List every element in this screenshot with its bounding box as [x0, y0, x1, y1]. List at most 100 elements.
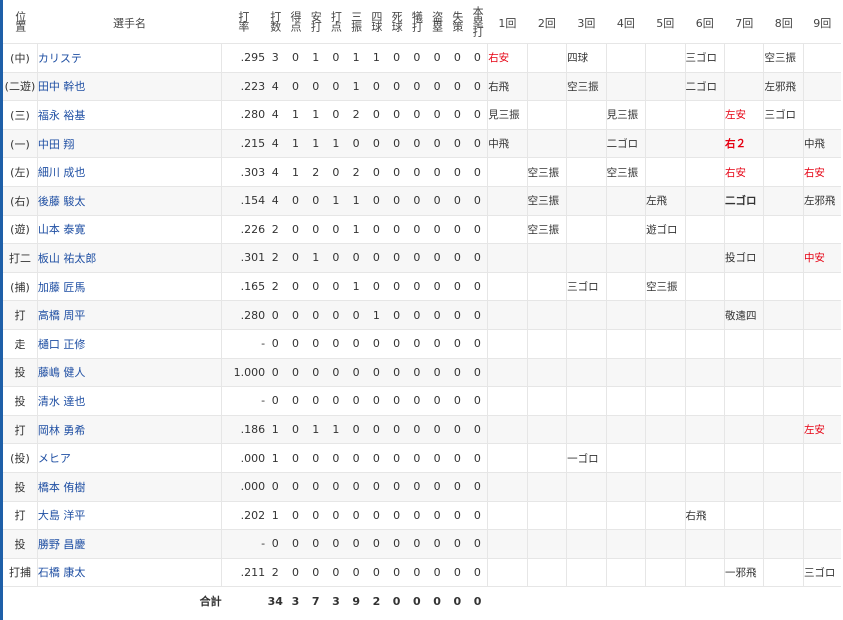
inning-result: 空三振 [526, 157, 567, 187]
stat-value: 0 [325, 443, 347, 473]
header-position-label: 位置 [13, 11, 27, 31]
inning-result [526, 386, 567, 416]
header-stat: 打率 [221, 2, 266, 44]
player-name-link[interactable]: 細川 成也 [36, 157, 222, 187]
stat-value: 0 [386, 243, 407, 273]
inning-result: 空三振 [645, 272, 686, 302]
player-name-link[interactable]: 清水 達也 [36, 386, 222, 416]
inning-result [645, 529, 686, 559]
inning-result [645, 157, 686, 187]
header-inning: 7回 [724, 2, 764, 44]
stat-value: 0 [325, 529, 347, 559]
batting-average: - [221, 529, 266, 559]
inning-result [526, 100, 567, 130]
inning-result: 投ゴロ [723, 243, 764, 273]
total-inning-blank [527, 586, 567, 616]
batting-average: .226 [221, 215, 266, 245]
header-stat: 死球 [386, 2, 407, 44]
batting-average: - [221, 386, 266, 416]
player-name-link[interactable]: 福永 裕基 [36, 100, 222, 130]
player-name-link[interactable]: 田中 幹也 [36, 72, 222, 102]
inning-result [605, 43, 646, 73]
player-name-link[interactable]: カリステ [36, 43, 222, 73]
batting-average: - [221, 329, 266, 359]
player-row: (遊) 山本 泰寛 .226 2 0 0 0 1 0 0 0 0 0 0 空三振 遊ゴロ [3, 215, 841, 245]
player-name-link[interactable]: 山本 泰寛 [36, 215, 222, 245]
stat-value: 0 [426, 386, 448, 416]
table-header: 位置 選手名 打率 打数 得点 安打 打点 三振 四球 死球 犠打 盗塁 失策 本塁打 1回 2回 3回 4回 5回… [3, 2, 841, 44]
stat-value: 0 [366, 72, 387, 102]
inning-result [605, 186, 646, 216]
inning-result [605, 558, 646, 588]
stat-value: 0 [265, 472, 286, 502]
stat-value: 0 [447, 272, 468, 302]
batting-average: .303 [221, 157, 266, 187]
header-stat-label: 三振 [349, 11, 363, 31]
player-name-link[interactable]: 板山 祐太郎 [36, 243, 222, 273]
total-stat-value: 9 [346, 586, 367, 616]
stat-value: 0 [406, 300, 427, 330]
player-name-link[interactable]: 樋口 正修 [36, 329, 222, 359]
stat-value: 0 [366, 329, 387, 359]
stat-value: 1 [305, 129, 326, 159]
stat-value: 0 [325, 272, 347, 302]
player-name-link[interactable]: 石橋 康太 [36, 558, 222, 588]
stat-value: 1 [366, 300, 387, 330]
stat-value: 0 [426, 443, 448, 473]
stat-value: 1 [325, 186, 347, 216]
batting-average: .223 [221, 72, 266, 102]
stat-value: 1 [325, 129, 347, 159]
inning-result [684, 358, 725, 388]
stat-value: 0 [426, 558, 448, 588]
stat-value: 0 [447, 157, 468, 187]
stat-value: 2 [346, 100, 367, 130]
stat-value: 1 [265, 415, 286, 445]
inning-result [605, 386, 646, 416]
player-name-link[interactable]: 勝野 昌慶 [36, 529, 222, 559]
player-position: 投 [3, 472, 38, 502]
player-name-link[interactable]: 岡林 勇希 [36, 415, 222, 445]
player-name-link[interactable]: 橋本 侑樹 [36, 472, 222, 502]
inning-result [802, 329, 841, 359]
stat-value: 0 [426, 72, 448, 102]
stat-value: 0 [467, 386, 488, 416]
stat-value: 1 [346, 186, 367, 216]
stat-value: 0 [325, 300, 347, 330]
stat-value: 0 [386, 157, 407, 187]
stat-value: 0 [467, 100, 488, 130]
total-inning-blank [566, 586, 607, 616]
stat-value: 0 [426, 415, 448, 445]
inning-result: 左安 [802, 415, 841, 445]
inning-result [487, 157, 528, 187]
inning-result [566, 129, 607, 159]
total-stat-value: 0 [447, 586, 468, 616]
header-stat: 三振 [346, 2, 367, 44]
stat-value: 0 [346, 329, 367, 359]
total-inning-blank [487, 586, 528, 616]
stat-value: 0 [285, 272, 306, 302]
inning-result: 左飛 [645, 186, 686, 216]
player-row: 走樋口 正修 -0 0 0 0 0 0 0 0 0 0 0 [3, 329, 841, 359]
inning-result [684, 272, 725, 302]
inning-result [763, 443, 804, 473]
player-name-link[interactable]: メヒア [36, 443, 222, 473]
stat-value: 0 [386, 186, 407, 216]
inning-result [526, 129, 567, 159]
player-name-link[interactable]: 高橋 周平 [36, 300, 222, 330]
stat-value: 0 [406, 243, 427, 273]
stat-value: 0 [406, 558, 427, 588]
player-name-link[interactable]: 後藤 駿太 [36, 186, 222, 216]
stat-value: 0 [406, 329, 427, 359]
inning-result: 右安 [723, 157, 764, 187]
inning-result [487, 329, 528, 359]
stat-value: 0 [386, 443, 407, 473]
inning-result [605, 472, 646, 502]
stat-value: 0 [426, 157, 448, 187]
stat-value: 0 [447, 358, 468, 388]
player-name-link[interactable]: 中田 翔 [36, 129, 222, 159]
player-name-link[interactable]: 大島 洋平 [36, 501, 222, 531]
player-name-link[interactable]: 藤嶋 健人 [36, 358, 222, 388]
batting-average: .000 [221, 472, 266, 502]
player-name-link[interactable]: 加藤 匠馬 [36, 272, 222, 302]
stat-value: 0 [386, 272, 407, 302]
